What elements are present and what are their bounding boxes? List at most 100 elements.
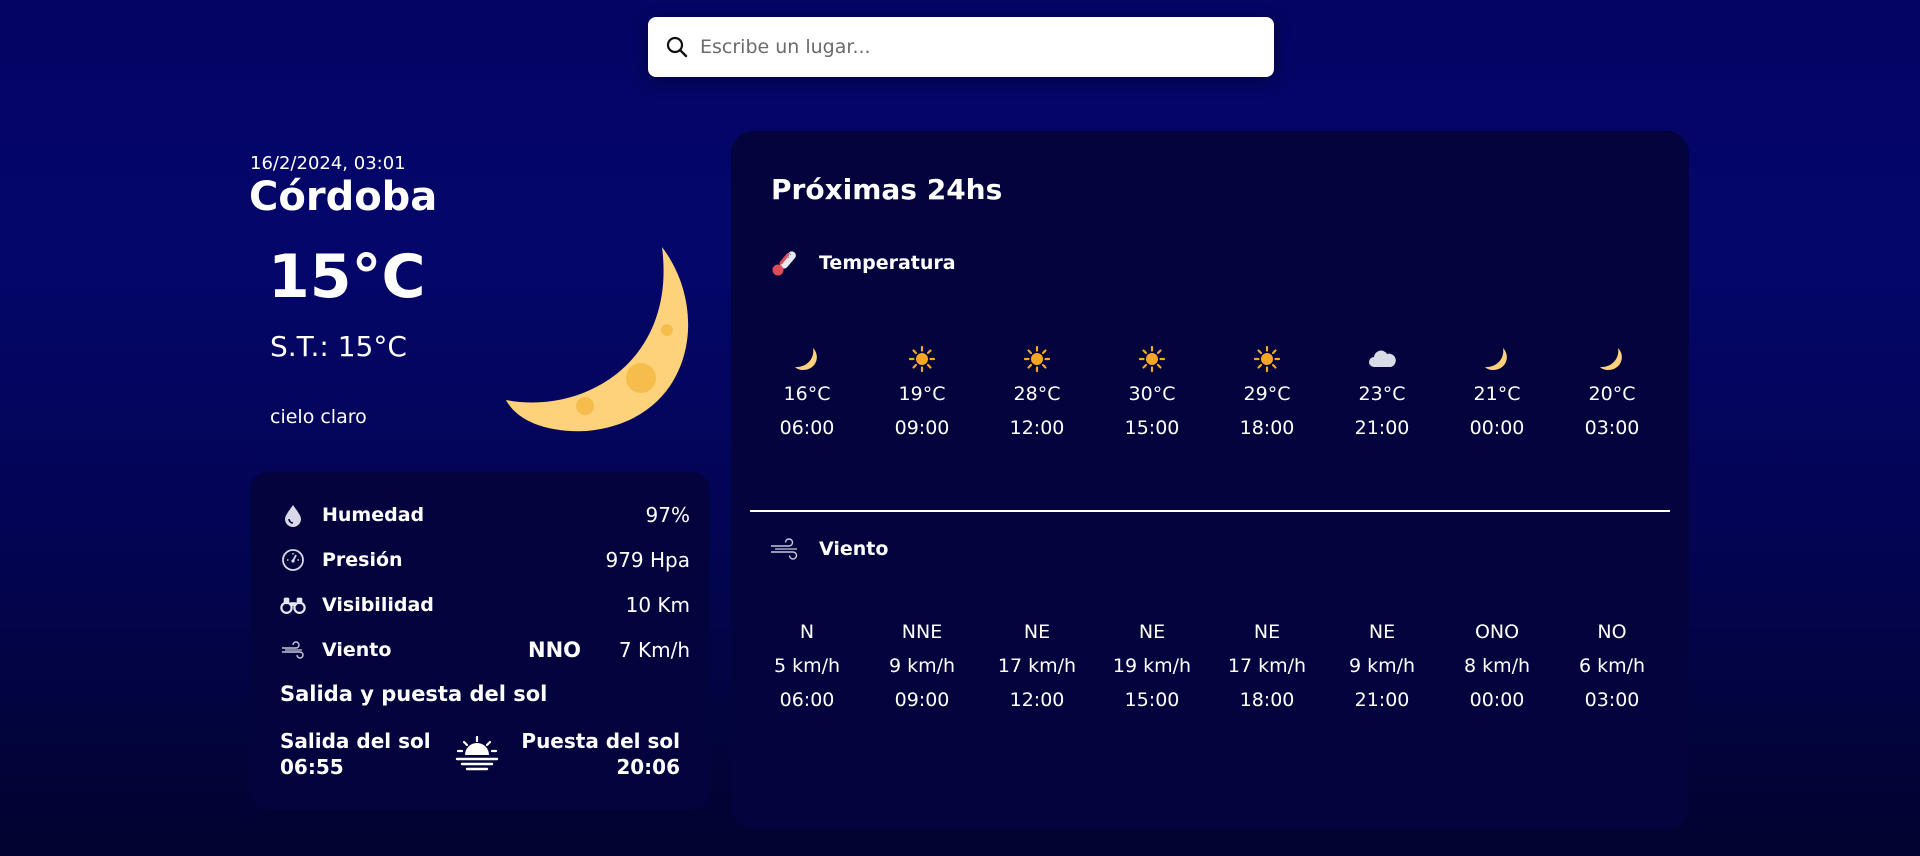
visibility-row: Visibilidad 10 Km <box>280 590 690 620</box>
wind-icon <box>769 533 801 565</box>
sunrise: Salida del sol 06:55 <box>280 728 431 780</box>
forecast-time: 15:00 <box>1124 689 1180 711</box>
sun-icon <box>982 341 1092 377</box>
wind-forecast-item: N 5 km/h 06:00 <box>752 615 862 717</box>
feels-like: S.T.: 15°C <box>270 330 407 363</box>
forecast-temp: 28°C <box>1013 383 1061 405</box>
temperature-forecast-item: 21°C 00:00 <box>1442 341 1552 445</box>
forecast-time: 15:00 <box>1124 417 1180 439</box>
forecast-temp: 29°C <box>1243 383 1291 405</box>
gauge-icon <box>280 547 306 573</box>
divider <box>750 510 1670 512</box>
wind-speed: 19 km/h <box>1112 655 1192 677</box>
wind-label: Viento <box>322 639 392 661</box>
wind-direction: NO <box>1597 621 1627 643</box>
forecast-temp: 16°C <box>783 383 831 405</box>
wind-direction: NE <box>1253 621 1281 643</box>
wind-row: Viento NNO 7 Km/h <box>280 635 690 665</box>
wind-forecast-item: NE 17 km/h 12:00 <box>982 615 1092 717</box>
wind-direction: NE <box>1368 621 1396 643</box>
forecast-temp: 30°C <box>1128 383 1176 405</box>
temperature-forecast-item: 16°C 06:00 <box>752 341 862 445</box>
current-datetime: 16/2/2024, 03:01 <box>250 153 406 174</box>
forecast-time: 06:00 <box>779 689 835 711</box>
forecast-time: 00:00 <box>1469 689 1525 711</box>
wind-speed: 6 km/h <box>1578 655 1646 677</box>
forecast-time: 09:00 <box>894 689 950 711</box>
wind-section-header: Viento <box>769 533 888 565</box>
wind-direction: NNE <box>901 621 943 643</box>
visibility-label: Visibilidad <box>322 594 434 616</box>
forecast-time: 12:00 <box>1009 417 1065 439</box>
forecast-temp: 23°C <box>1358 383 1406 405</box>
search-input[interactable] <box>700 36 1240 58</box>
temperature-section-label: Temperatura <box>819 252 956 274</box>
forecast-time: 21:00 <box>1354 689 1410 711</box>
search-bar[interactable] <box>648 17 1274 77</box>
forecast-temp: 21°C <box>1473 383 1521 405</box>
pressure-label: Presión <box>322 549 403 571</box>
wind-direction: NE <box>1023 621 1051 643</box>
temperature-forecast-item: 29°C 18:00 <box>1212 341 1322 445</box>
sun-icon <box>1097 341 1207 377</box>
forecast-time: 00:00 <box>1469 417 1525 439</box>
temperature-forecast-item: 19°C 09:00 <box>867 341 977 445</box>
droplet-icon <box>280 502 306 528</box>
sunset: Puesta del sol 20:06 <box>521 728 680 780</box>
search-icon <box>664 34 690 60</box>
wind-forecast-item: NO 6 km/h 03:00 <box>1557 615 1667 717</box>
sunrise-icon <box>455 736 499 771</box>
visibility-value: 10 Km <box>625 593 690 617</box>
wind-speed: 17 km/h <box>997 655 1077 677</box>
wind-forecast-item: NE 17 km/h 18:00 <box>1212 615 1322 717</box>
forecast-temp: 19°C <box>898 383 946 405</box>
moon-icon <box>752 341 862 377</box>
thermometer-icon <box>769 247 801 279</box>
forecast-panel: Próximas 24hs Temperatura 16°C 06:00 19°C 0… <box>731 131 1689 829</box>
current-temperature: 15°C <box>268 242 426 312</box>
wind-speed: 17 km/h <box>1227 655 1307 677</box>
temperature-forecast-item: 20°C 03:00 <box>1557 341 1667 445</box>
moon-icon <box>1557 341 1667 377</box>
wind-direction: NE <box>1138 621 1166 643</box>
sunrise-label: Salida del sol <box>280 729 431 753</box>
moon-icon <box>1442 341 1552 377</box>
pressure-row: Presión 979 Hpa <box>280 545 690 575</box>
sunset-time: 20:06 <box>616 755 680 779</box>
sun-section-title: Salida y puesta del sol <box>280 682 548 706</box>
forecast-time: 03:00 <box>1584 689 1640 711</box>
details-card: Humedad 97% Presión 979 Hpa Visibilidad … <box>250 472 710 810</box>
temperature-section-header: Temperatura <box>769 247 956 279</box>
forecast-time: 12:00 <box>1009 689 1065 711</box>
wind-speed: 5 km/h <box>773 655 841 677</box>
humidity-value: 97% <box>645 503 690 527</box>
wind-forecast-item: ONO 8 km/h 00:00 <box>1442 615 1552 717</box>
binoculars-icon <box>280 592 306 618</box>
sun-icon <box>1212 341 1322 377</box>
cloud-icon <box>1327 341 1437 377</box>
forecast-time: 06:00 <box>779 417 835 439</box>
wind-section-label: Viento <box>819 538 889 560</box>
temperature-forecast-item: 23°C 21:00 <box>1327 341 1437 445</box>
sun-icon <box>867 341 977 377</box>
humidity-row: Humedad 97% <box>280 500 690 530</box>
wind-forecast-item: NNE 9 km/h 09:00 <box>867 615 977 717</box>
forecast-time: 03:00 <box>1584 417 1640 439</box>
city-name: Córdoba <box>249 174 438 220</box>
wind-speed: 9 km/h <box>1348 655 1416 677</box>
forecast-time: 09:00 <box>894 417 950 439</box>
humidity-label: Humedad <box>322 504 425 526</box>
crescent-moon-icon <box>506 247 689 432</box>
wind-icon <box>280 637 306 663</box>
forecast-title: Próximas 24hs <box>771 173 1003 206</box>
forecast-time: 21:00 <box>1354 417 1410 439</box>
pressure-value: 979 Hpa <box>605 548 690 572</box>
sunset-label: Puesta del sol <box>521 729 680 753</box>
wind-speed: 8 km/h <box>1463 655 1531 677</box>
wind-forecast-item: NE 9 km/h 21:00 <box>1327 615 1437 717</box>
wind-forecast-item: NE 19 km/h 15:00 <box>1097 615 1207 717</box>
weather-description: cielo claro <box>270 406 367 428</box>
temperature-forecast-item: 28°C 12:00 <box>982 341 1092 445</box>
forecast-time: 18:00 <box>1239 689 1295 711</box>
wind-speed: 7 Km/h <box>618 638 690 662</box>
